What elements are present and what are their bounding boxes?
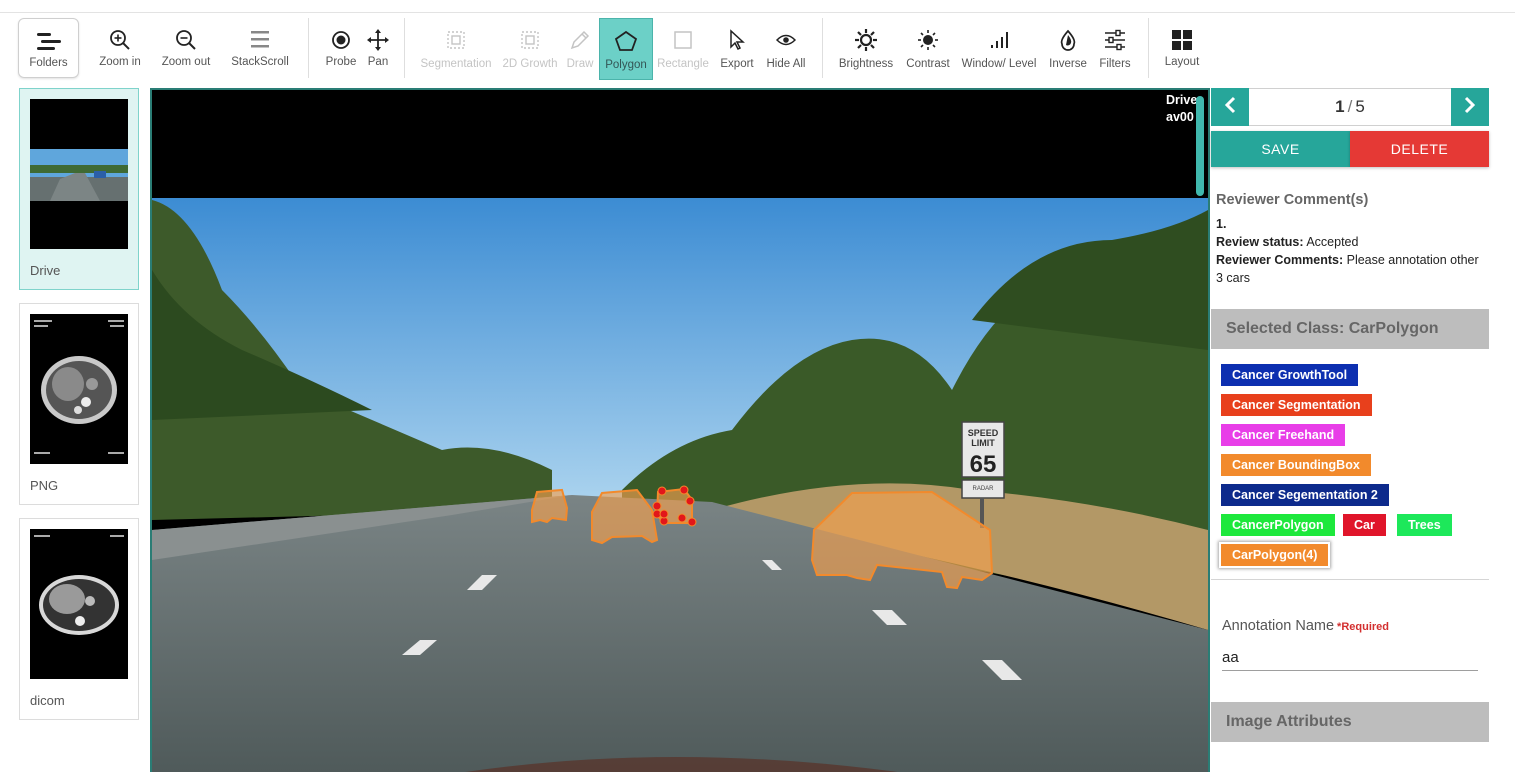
chevron-left-icon: [1224, 94, 1236, 120]
thumbnail-label: Drive: [30, 263, 61, 278]
chevron-right-icon: [1464, 94, 1476, 120]
toolbar: Folders Zoom in Zoom out StackScroll Pro…: [0, 14, 1515, 84]
segmentation-button[interactable]: Segmentation: [418, 18, 494, 80]
hide-all-button[interactable]: Hide All: [762, 18, 810, 80]
pencil-icon: [569, 28, 591, 52]
thumbnail-dicom[interactable]: dicom: [19, 518, 139, 720]
eye-icon: [776, 28, 796, 52]
toolbar-divider: [822, 18, 823, 78]
reviewer-comments-body: 1. Review status: Accepted Reviewer Comm…: [1216, 217, 1479, 285]
current-page: 1: [1335, 97, 1345, 116]
pan-button[interactable]: Pan: [362, 18, 394, 80]
class-chip[interactable]: Cancer GrowthTool: [1221, 364, 1359, 386]
rectangle-icon: [673, 28, 693, 52]
top-divider: [0, 12, 1515, 13]
class-chip[interactable]: Cancer Freehand: [1221, 424, 1346, 446]
svg-text:65: 65: [970, 451, 997, 478]
polygon-icon: [614, 29, 638, 53]
zoom-out-icon: [175, 28, 197, 52]
class-chip[interactable]: Cancer BoundingBox: [1221, 454, 1371, 476]
folders-button[interactable]: Folders: [18, 18, 79, 78]
filters-button[interactable]: Filters: [1094, 18, 1136, 80]
thumbnail-label: PNG: [30, 478, 59, 493]
class-chip[interactable]: Cancer Segmentation: [1221, 394, 1372, 416]
annotation-name-label: Annotation Name *Required: [1222, 618, 1390, 634]
review-status: Accepted: [1306, 235, 1359, 249]
toolbar-divider: [1148, 18, 1149, 78]
toolbar-divider: [404, 18, 405, 78]
probe-icon: [331, 28, 351, 52]
zoom-in-icon: [109, 28, 131, 52]
brightness-button[interactable]: Brightness: [834, 18, 898, 80]
image-viewer[interactable]: SPEED LIMIT 65 RADAR Drive av00: [150, 88, 1210, 772]
thumbnail-label: dicom: [30, 693, 65, 708]
layout-grid-icon: [1171, 28, 1193, 52]
inverse-icon: [1058, 28, 1078, 52]
growth-2d-icon: [520, 28, 540, 52]
growth-2d-button[interactable]: 2D Growth: [500, 18, 560, 80]
image-attributes-header[interactable]: Image Attributes: [1211, 702, 1489, 742]
thumbnail-image: [30, 99, 128, 249]
contrast-icon: [917, 28, 939, 52]
stack-scroll-button[interactable]: StackScroll: [228, 18, 292, 80]
page-indicator: 1 / 5: [1250, 89, 1450, 125]
total-pages: 5: [1355, 97, 1365, 116]
zoom-out-button[interactable]: Zoom out: [158, 18, 214, 80]
pan-icon: [367, 28, 389, 52]
next-image-button[interactable]: [1451, 88, 1489, 126]
window-level-button[interactable]: Window/ Level: [958, 18, 1040, 80]
stack-scroll-icon: [250, 28, 270, 52]
filters-icon: [1104, 28, 1126, 52]
reviewer-comments-title: Reviewer Comment(s): [1216, 192, 1369, 208]
required-marker: *Required: [1337, 621, 1390, 633]
window-level-icon: [989, 28, 1009, 52]
class-chip-selected[interactable]: CarPolygon(4): [1221, 544, 1329, 566]
layout-button[interactable]: Layout: [1158, 18, 1206, 80]
selected-class-header: Selected Class: CarPolygon: [1211, 309, 1489, 349]
probe-button[interactable]: Probe: [322, 18, 360, 80]
polygon-button[interactable]: Polygon: [599, 18, 653, 80]
folders-icon: [35, 29, 63, 53]
panel-divider: [1211, 579, 1489, 580]
class-chip[interactable]: Cancer Segementation 2: [1221, 484, 1389, 506]
viewer-image: SPEED LIMIT 65 RADAR: [152, 90, 1208, 772]
svg-text:RADAR: RADAR: [972, 486, 994, 492]
class-chip[interactable]: Car: [1343, 514, 1386, 536]
svg-text:LIMIT: LIMIT: [971, 438, 995, 448]
segmentation-icon: [446, 28, 466, 52]
toolbar-divider: [308, 18, 309, 78]
prev-image-button[interactable]: [1211, 88, 1249, 126]
export-button[interactable]: Export: [716, 18, 758, 80]
class-chip[interactable]: CancerPolygon: [1221, 514, 1335, 536]
thumbnail-png[interactable]: PNG: [19, 303, 139, 505]
thumbnail-image: [30, 314, 128, 464]
draw-button[interactable]: Draw: [564, 18, 596, 80]
viewer-scrollbar[interactable]: [1196, 96, 1204, 196]
brightness-icon: [855, 28, 877, 52]
inverse-button[interactable]: Inverse: [1044, 18, 1092, 80]
zoom-in-button[interactable]: Zoom in: [96, 18, 144, 80]
thumbnail-drive[interactable]: Drive: [19, 88, 139, 290]
rectangle-button[interactable]: Rectangle: [656, 18, 710, 80]
image-pager: 1 / 5: [1211, 88, 1489, 126]
delete-button[interactable]: DELETE: [1350, 131, 1489, 167]
thumbnail-image: [30, 529, 128, 679]
save-button[interactable]: SAVE: [1211, 131, 1350, 167]
cursor-icon: [728, 28, 746, 52]
annotation-name-input[interactable]: [1222, 644, 1478, 671]
class-chip[interactable]: Trees: [1397, 514, 1452, 536]
contrast-button[interactable]: Contrast: [902, 18, 954, 80]
svg-text:SPEED: SPEED: [968, 428, 999, 438]
page-separator: /: [1347, 97, 1353, 116]
